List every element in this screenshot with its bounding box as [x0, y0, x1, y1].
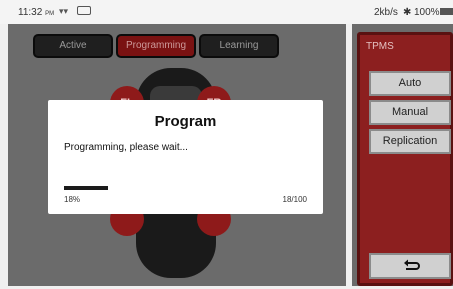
progress-count: 18/100: [282, 195, 307, 204]
network-speed: 2kb/s: [374, 7, 398, 18]
tpms-panel: TPMS Auto Manual Replication: [357, 32, 453, 286]
bluetooth-icon: ✱: [403, 7, 412, 18]
auto-button[interactable]: Auto: [369, 71, 451, 96]
program-dialog: Program Programming, please wait... 18% …: [48, 100, 323, 214]
tpms-title: TPMS: [366, 41, 394, 52]
dialog-title: Program: [154, 113, 217, 130]
back-arrow-icon: [404, 259, 420, 270]
tab-active[interactable]: Active: [33, 34, 113, 58]
back-button[interactable]: [369, 253, 451, 279]
usb-icon: [77, 6, 91, 15]
progress-fill: [64, 186, 108, 190]
manual-button[interactable]: Manual: [369, 100, 451, 125]
replication-button[interactable]: Replication: [369, 129, 451, 154]
dialog-message: Programming, please wait...: [64, 142, 188, 153]
tab-programming[interactable]: Programming: [116, 34, 196, 58]
battery-percent: 100%: [414, 7, 440, 18]
status-bar: 11:32 PM ▾▾ 2kb/s ✱ 100%: [0, 0, 453, 24]
progress-percent: 18%: [64, 195, 81, 204]
tab-learning[interactable]: Learning: [199, 34, 279, 58]
wifi-icon: ▾▾: [59, 6, 69, 16]
battery-icon: [440, 8, 453, 15]
progress-bar: [64, 186, 308, 190]
right-panel: TPMS Auto Manual Replication: [352, 24, 453, 286]
status-time: 11:32 PM: [18, 7, 55, 18]
